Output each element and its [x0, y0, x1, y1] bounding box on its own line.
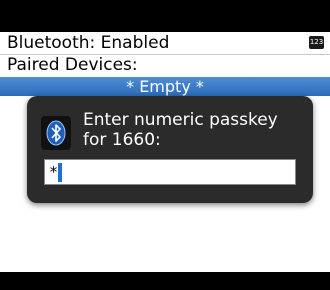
- text-caret: [58, 163, 62, 182]
- passkey-dialog: Enter numeric passkey for 1660: *: [27, 96, 313, 203]
- bottom-bar: [0, 272, 330, 290]
- passkey-value: *: [49, 163, 59, 181]
- paired-devices-label: Paired Devices:: [7, 55, 138, 75]
- bluetooth-icon: [41, 116, 71, 150]
- passkey-prompt: Enter numeric passkey for 1660:: [83, 110, 278, 150]
- input-mode-badge: 123: [309, 36, 324, 49]
- paired-device-list-item[interactable]: * Empty *: [0, 77, 330, 96]
- title-bar: Bluetooth: Enabled 123: [0, 32, 330, 55]
- status-bar: [0, 0, 330, 32]
- page-title: Bluetooth: Enabled: [7, 33, 170, 53]
- passkey-input[interactable]: *: [44, 159, 296, 185]
